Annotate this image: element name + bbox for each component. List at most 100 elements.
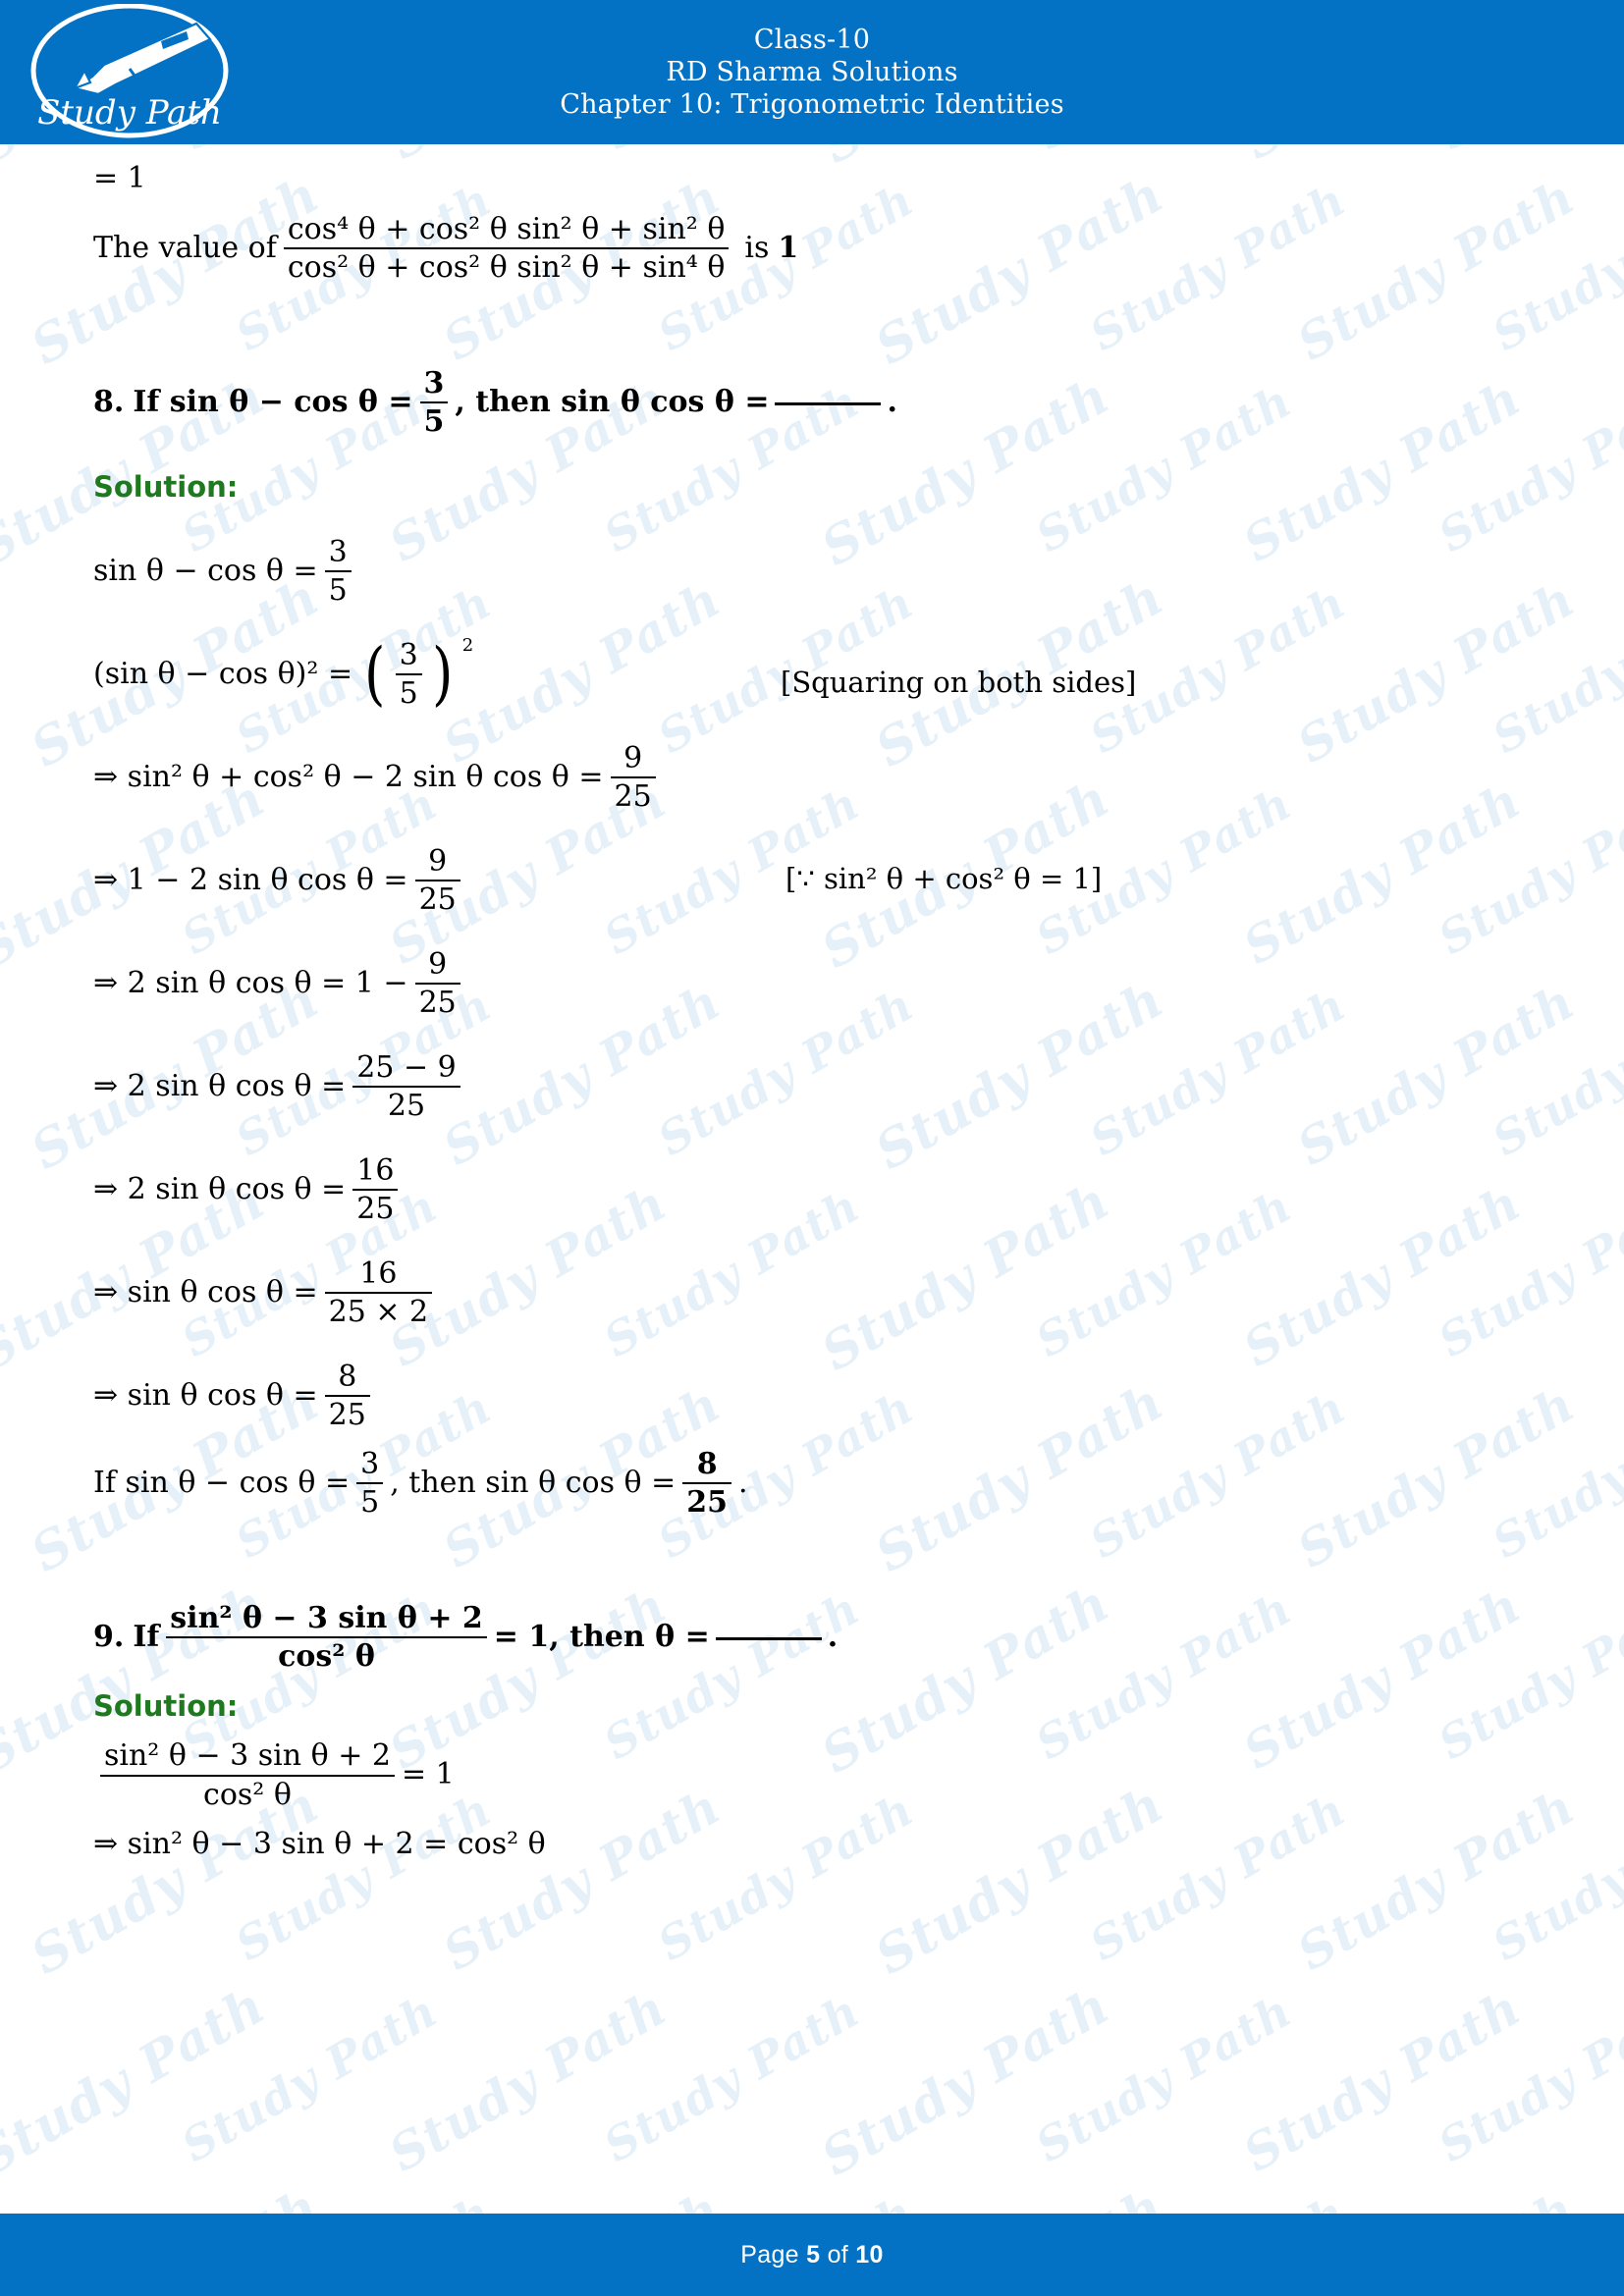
q8-step-4-fraction: 9 25 <box>414 843 460 918</box>
q8-step-5-num: 9 <box>428 946 448 982</box>
q8-prompt-fraction: 3 5 <box>419 365 449 439</box>
q8-step-2-fraction: 3 5 <box>395 637 422 712</box>
q8-step-2-exponent: 2 <box>461 634 474 656</box>
fraction-bar <box>395 673 422 676</box>
q8-step-1: sin θ − cos θ = 3 5 <box>93 537 1555 607</box>
value-statement-answer: 1 <box>778 230 799 265</box>
value-statement-lead: The value of <box>93 230 277 265</box>
q8-step-1-lhs: sin θ − cos θ = <box>93 554 318 589</box>
q8-step-6-den: 25 <box>387 1089 426 1124</box>
q8-prompt-den: 5 <box>423 404 445 439</box>
fraction-bar <box>414 983 460 986</box>
q8-prompt-a: If sin θ − cos θ = <box>133 384 413 419</box>
q9-prompt-fraction: sin² θ − 3 sin θ + 2 cos² θ <box>166 1603 487 1673</box>
q8-step-3-num: 9 <box>623 740 643 775</box>
q8-blank-suffix: . <box>887 384 897 419</box>
q8-step-9-lhs: ⇒ sin θ cos θ = <box>93 1378 318 1414</box>
fraction-bar <box>324 570 352 573</box>
q8-step-8-lhs: ⇒ sin θ cos θ = <box>93 1275 318 1310</box>
q8-prompt-b: , then sin θ cos θ = <box>455 384 770 419</box>
q9-solution-label: Solution: <box>93 1688 239 1723</box>
paren-right: ) <box>431 633 454 715</box>
fraction-bar <box>419 401 449 403</box>
q8-step-3: ⇒ sin² θ + cos² θ − 2 sin θ cos θ = 9 25 <box>93 743 1555 813</box>
q9-step-1-fraction: sin² θ − 3 sin θ + 2 cos² θ <box>100 1740 395 1810</box>
value-statement: The value of cos⁴ θ + cos² θ sin² θ + si… <box>93 211 1555 285</box>
q8-conclusion-den2: 25 <box>686 1485 729 1521</box>
q8-conclusion-fraction-1: 3 5 <box>356 1446 384 1521</box>
fraction-bar <box>352 1189 399 1192</box>
q8-step-5-lhs: ⇒ 2 sin θ cos θ = 1 − <box>93 966 408 1001</box>
fraction-bar <box>283 247 730 249</box>
q8-step-4-den: 25 <box>418 882 457 918</box>
q8-step-2-power-group: ( 3 5 ) 2 <box>361 633 473 715</box>
q8-conclusion-den1: 5 <box>360 1485 380 1521</box>
page-footer: Page 5 of 10 <box>0 2214 1624 2296</box>
q8-step-3-lhs: ⇒ sin² θ + cos² θ − 2 sin θ cos θ = <box>93 760 604 795</box>
fraction-bar <box>414 880 460 882</box>
q8-step-6-fraction: 25 − 9 25 <box>352 1052 460 1122</box>
q8-step-8-fraction: 16 25 × 2 <box>324 1255 433 1328</box>
fraction-bar <box>324 1395 370 1398</box>
q8-step-5: ⇒ 2 sin θ cos θ = 1 − 9 25 <box>93 949 1555 1019</box>
q9-answer-blank[interactable] <box>715 1636 822 1640</box>
q8-step-7-fraction: 16 25 <box>352 1152 399 1227</box>
q8-step-1-den: 5 <box>328 573 348 609</box>
fraction-bar <box>610 776 656 779</box>
q8-step-4-row: ⇒ 1 − 2 sin θ cos θ = 9 25 [∵ sin² θ + c… <box>93 846 1555 916</box>
q8-prompt-num: 3 <box>423 365 445 400</box>
q8-conclusion-num2: 8 <box>696 1446 718 1481</box>
q9-prompt-mid: = 1, then θ = <box>493 1620 710 1655</box>
q8-conclusion-num1: 3 <box>360 1446 380 1481</box>
q8-step-1-num: 3 <box>328 534 348 569</box>
q8-step-8-num: 16 <box>359 1255 398 1291</box>
q8-step-7-num: 16 <box>356 1152 395 1188</box>
q8-step-6-lhs: ⇒ 2 sin θ cos θ = <box>93 1069 347 1104</box>
question-9: 9. If sin² θ − 3 sin θ + 2 cos² θ = 1, t… <box>93 1603 1555 1673</box>
fraction-bar <box>324 1292 433 1295</box>
q8-step-4-note: [∵ sin² θ + cos² θ = 1] <box>785 861 1103 895</box>
q8-step-2-paren: ( 3 5 ) <box>361 633 456 715</box>
q8-step-2-den: 5 <box>399 676 418 712</box>
paren-left: ( <box>364 633 386 715</box>
q8-step-4-num: 9 <box>428 843 448 879</box>
q9-prompt-num: sin² θ − 3 sin θ + 2 <box>170 1600 483 1635</box>
q9-step-1-rhs: = 1 <box>401 1757 455 1792</box>
q8-conclusion-mid: , then sin θ cos θ = <box>390 1466 677 1501</box>
q8-step-1-fraction: 3 5 <box>324 534 352 609</box>
fraction-bar <box>356 1482 384 1485</box>
q8-step-3-den: 25 <box>614 779 652 815</box>
q9-step-2: ⇒ sin² θ − 3 sin θ + 2 = cos² θ <box>93 1827 546 1862</box>
carryover-result: = 1 <box>93 161 146 195</box>
q8-solution-label: Solution: <box>93 469 239 504</box>
q8-step-6: ⇒ 2 sin θ cos θ = 25 − 9 25 <box>93 1052 1555 1122</box>
header-class-line: Class-10 <box>753 25 871 55</box>
q8-step-4-lhs: ⇒ 1 − 2 sin θ cos θ = <box>93 863 408 898</box>
q8-step-2-row: (sin θ − cos θ)² = ( 3 5 ) 2 [Squaring o… <box>93 633 1555 715</box>
q9-number: 9. <box>93 1620 125 1655</box>
question-8: 8. If sin θ − cos θ = 3 5 , then sin θ c… <box>93 365 1555 439</box>
q8-step-2-num: 3 <box>399 637 418 672</box>
page-prefix: Page <box>740 2240 807 2269</box>
q8-number: 8. <box>93 384 125 419</box>
value-statement-numerator: cos⁴ θ + cos² θ sin² θ + sin² θ <box>287 211 726 246</box>
q9-step-1: sin² θ − 3 sin θ + 2 cos² θ = 1 <box>93 1740 1555 1810</box>
q9-step-1-den: cos² θ <box>203 1777 292 1812</box>
q8-step-7-den: 25 <box>356 1192 395 1227</box>
fraction-bar <box>166 1636 487 1639</box>
q8-step-9-num: 8 <box>338 1359 357 1394</box>
q8-step-9-fraction: 8 25 <box>324 1359 370 1431</box>
header-chapter-line: Chapter 10: Trigonometric Identities <box>560 89 1064 120</box>
q8-conclusion-tail: . <box>738 1466 748 1501</box>
q8-step-7-lhs: ⇒ 2 sin θ cos θ = <box>93 1172 347 1207</box>
q8-step-6-num: 25 − 9 <box>356 1049 457 1085</box>
q8-step-2-note: [Squaring on both sides] <box>781 665 1137 699</box>
q8-conclusion: If sin θ − cos θ = 3 5 , then sin θ cos … <box>93 1449 1555 1519</box>
fraction-bar <box>352 1086 460 1089</box>
fraction-bar <box>100 1774 395 1777</box>
value-statement-denominator: cos² θ + cos² θ sin² θ + sin⁴ θ <box>287 250 726 285</box>
page-number-label: Page 5 of 10 <box>740 2241 883 2269</box>
q8-answer-blank[interactable] <box>775 401 882 405</box>
q9-blank-suffix: . <box>827 1620 839 1655</box>
q9-step-1-num: sin² θ − 3 sin θ + 2 <box>104 1738 391 1774</box>
